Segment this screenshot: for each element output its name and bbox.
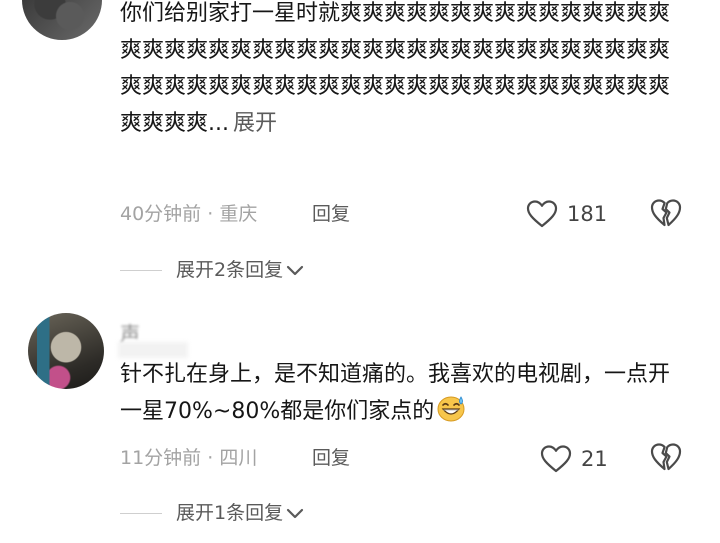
broken-heart-icon bbox=[650, 443, 682, 471]
dislike-button[interactable] bbox=[650, 198, 682, 232]
avatar[interactable] bbox=[28, 313, 104, 389]
meta-separator: · bbox=[207, 447, 220, 469]
heart-icon bbox=[540, 445, 572, 473]
comment-time: 40分钟前 bbox=[120, 203, 202, 225]
chevron-down-icon bbox=[286, 508, 304, 518]
comment-meta: 11分钟前 · 四川 回复 bbox=[120, 443, 350, 473]
comment-body: 针不扎在身上，是不知道痛的。我喜欢的电视剧，一点开一星70%~80%都是你们家点… bbox=[120, 362, 671, 424]
heart-icon bbox=[526, 200, 558, 228]
sweat-grin-emoji bbox=[437, 395, 465, 421]
divider-line bbox=[120, 513, 162, 514]
expand-replies-button[interactable]: 展开2条回复 bbox=[120, 255, 305, 285]
dislike-button[interactable] bbox=[650, 442, 682, 476]
comment-text: 针不扎在身上，是不知道痛的。我喜欢的电视剧，一点开一星70%~80%都是你们家点… bbox=[120, 357, 672, 430]
comment-location: 重庆 bbox=[219, 203, 258, 225]
comment-meta: 40分钟前 · 重庆 回复 bbox=[120, 199, 350, 229]
chevron-down-icon bbox=[286, 265, 304, 275]
reply-button[interactable]: 回复 bbox=[312, 443, 350, 473]
like-count: 21 bbox=[581, 447, 608, 471]
expand-replies-button[interactable]: 展开1条回复 bbox=[120, 498, 305, 528]
meta-separator: · bbox=[207, 203, 220, 225]
redaction-blur bbox=[118, 342, 188, 358]
expand-text-link[interactable]: 展开 bbox=[233, 111, 277, 136]
comment-location: 四川 bbox=[219, 447, 258, 469]
like-count: 181 bbox=[567, 202, 608, 226]
expand-replies-label: 展开2条回复 bbox=[176, 259, 284, 281]
like-button[interactable]: 181 bbox=[526, 197, 616, 231]
comment-body: 你们给别家打一星时就爽爽爽爽爽爽爽爽爽爽爽爽爽爽爽爽爽爽爽爽爽爽爽爽爽爽爽爽爽爽… bbox=[120, 1, 671, 136]
avatar[interactable] bbox=[22, 0, 102, 40]
reply-button[interactable]: 回复 bbox=[312, 199, 350, 229]
expand-replies-label: 展开1条回复 bbox=[176, 502, 284, 524]
divider-line bbox=[120, 270, 162, 271]
broken-heart-icon bbox=[650, 199, 682, 227]
like-button[interactable]: 21 bbox=[540, 442, 620, 476]
comment-time: 11分钟前 bbox=[120, 447, 202, 469]
comment-text: 你们给别家打一星时就爽爽爽爽爽爽爽爽爽爽爽爽爽爽爽爽爽爽爽爽爽爽爽爽爽爽爽爽爽爽… bbox=[120, 0, 672, 142]
